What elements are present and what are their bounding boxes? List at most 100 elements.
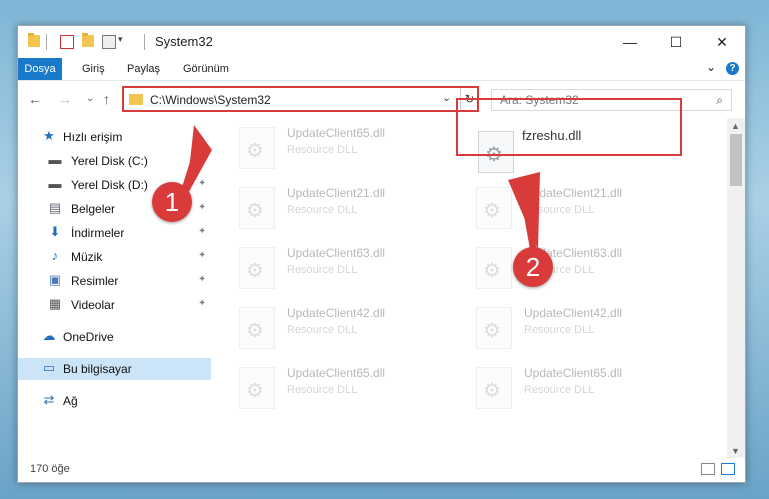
properties-icon[interactable]: [60, 35, 74, 49]
scroll-up-icon[interactable]: ▲: [731, 121, 740, 131]
divider: [46, 34, 47, 50]
file-item[interactable]: UpdateClient42.dll Resource DLL: [237, 302, 457, 354]
file-item[interactable]: UpdateClient63.dll Resource DLL: [237, 242, 457, 294]
dll-file-icon: [476, 367, 512, 409]
status-bar: 170 öğe: [18, 458, 745, 482]
file-item[interactable]: UpdateClient65.dll Resource DLL: [237, 122, 457, 174]
item-count: 170 öğe: [30, 463, 70, 475]
download-icon: ⬇: [49, 224, 61, 239]
minimize-button[interactable]: —: [607, 26, 653, 58]
sidebar-item-label: Belgeler: [71, 202, 116, 216]
file-name: UpdateClient65.dll: [287, 126, 386, 140]
step-badge-1: 1: [152, 182, 192, 222]
file-name: UpdateClient42.dll: [287, 306, 386, 320]
file-name: UpdateClient65.dll: [524, 366, 623, 380]
sidebar-item-label: Videolar: [71, 298, 115, 312]
sidebar-item-downloads[interactable]: ⬇ İndirmeler ✦: [18, 222, 211, 244]
file-name: UpdateClient21.dll: [524, 186, 623, 200]
forward-button[interactable]: →: [58, 91, 72, 107]
file-item[interactable]: UpdateClient21.dll Resource DLL: [474, 182, 694, 234]
file-name: UpdateClient65.dll: [287, 366, 386, 380]
dll-file-icon: [239, 247, 275, 289]
sidebar-item-label: Müzik: [71, 250, 103, 264]
dll-file-icon: [476, 187, 512, 229]
dll-file-icon: [476, 247, 512, 289]
scrollbar-thumb[interactable]: [730, 134, 742, 186]
video-icon: ▦: [48, 296, 62, 311]
sidebar-item-label: OneDrive: [63, 330, 114, 344]
drive-icon: ▬: [48, 176, 62, 191]
folder-icon: [28, 33, 40, 47]
computer-icon: ▭: [42, 360, 56, 375]
maximize-button[interactable]: ☐: [653, 26, 699, 58]
back-button[interactable]: ←: [28, 91, 42, 107]
file-type: Resource DLL: [524, 384, 595, 396]
dll-file-icon: [239, 367, 275, 409]
tab-file[interactable]: Dosya: [18, 58, 62, 80]
chevron-down-icon[interactable]: ▾: [118, 34, 123, 45]
navigation-pane: ★ Hızlı erişim ▬ Yerel Disk (C:) ✦ ▬ Yer…: [18, 118, 211, 458]
music-icon: ♪: [51, 248, 59, 263]
tab-home[interactable]: Giriş: [72, 58, 115, 80]
sidebar-item-onedrive[interactable]: ☁ OneDrive: [18, 326, 211, 348]
file-item[interactable]: UpdateClient63.dll Resource DLL: [474, 242, 694, 294]
details-view-icon[interactable]: [701, 463, 715, 475]
large-icons-view-icon[interactable]: [721, 463, 735, 475]
sidebar-item-quick-access[interactable]: ★ Hızlı erişim: [18, 126, 211, 148]
search-icon[interactable]: ⌕: [716, 93, 723, 108]
sidebar-item-label: Yerel Disk (C:): [71, 154, 148, 168]
close-button[interactable]: ✕: [699, 26, 745, 58]
address-path[interactable]: C:\Windows\System32: [150, 93, 271, 107]
sidebar-item-videos[interactable]: ▦ Videolar ✦: [18, 294, 211, 316]
address-bar[interactable]: C:\Windows\System32 ⌄ ↻: [122, 86, 479, 112]
file-type: Resource DLL: [524, 324, 595, 336]
pin-icon[interactable]: ✦: [198, 298, 206, 309]
tab-share[interactable]: Paylaş: [117, 58, 170, 80]
pin-icon[interactable]: ✦: [198, 274, 206, 285]
pin-icon[interactable]: ✦: [198, 202, 206, 213]
up-button[interactable]: ↑: [103, 91, 110, 107]
title-bar: ▾ System32 — ☐ ✕: [18, 26, 745, 58]
recent-locations-button[interactable]: ⌄: [86, 93, 94, 104]
file-name: UpdateClient63.dll: [287, 246, 386, 260]
pin-icon[interactable]: ✦: [198, 226, 206, 237]
help-icon[interactable]: ?: [726, 62, 739, 75]
tab-view[interactable]: Görünüm: [173, 58, 239, 80]
dll-file-icon: [476, 307, 512, 349]
file-item[interactable]: UpdateClient65.dll Resource DLL: [237, 362, 457, 414]
chevron-down-icon[interactable]: ⌄: [442, 91, 451, 104]
sidebar-item-label: İndirmeler: [71, 226, 125, 240]
highlight-box: [456, 98, 682, 156]
cloud-icon: ☁: [42, 328, 56, 343]
sidebar-item-label: Bu bilgisayar: [63, 362, 132, 376]
sidebar-item-network[interactable]: ⇄ Ağ: [18, 390, 211, 412]
file-item[interactable]: UpdateClient65.dll Resource DLL: [474, 362, 694, 414]
dll-file-icon: [239, 307, 275, 349]
network-icon: ⇄: [43, 392, 55, 407]
file-type: Resource DLL: [287, 384, 358, 396]
sidebar-item-pictures[interactable]: ▣ Resimler ✦: [18, 270, 211, 292]
window-title: System32: [155, 34, 213, 49]
pin-icon[interactable]: ✦: [198, 250, 206, 261]
customize-toolbar-icon[interactable]: [102, 35, 116, 49]
pin-icon[interactable]: ✦: [198, 178, 206, 189]
file-item[interactable]: UpdateClient42.dll Resource DLL: [474, 302, 694, 354]
file-item[interactable]: UpdateClient21.dll Resource DLL: [237, 182, 457, 234]
sidebar-item-local-disk-c[interactable]: ▬ Yerel Disk (C:) ✦: [18, 150, 211, 172]
file-type: Resource DLL: [287, 204, 358, 216]
file-name: UpdateClient21.dll: [287, 186, 386, 200]
sidebar-item-this-pc[interactable]: ▭ Bu bilgisayar: [18, 358, 211, 380]
file-type: Resource DLL: [287, 144, 358, 156]
step-badge-2: 2: [513, 247, 553, 287]
sidebar-item-music[interactable]: ♪ Müzik ✦: [18, 246, 211, 268]
new-folder-icon[interactable]: [82, 33, 94, 47]
file-type: Resource DLL: [287, 324, 358, 336]
sidebar-item-label: Yerel Disk (D:): [71, 178, 148, 192]
folder-icon: [129, 94, 143, 105]
ribbon-tabs: Dosya Giriş Paylaş Görünüm ⌄: [18, 58, 745, 80]
sidebar-item-label: Ağ: [63, 394, 78, 408]
ribbon-expand-icon[interactable]: ⌄: [706, 60, 716, 74]
pin-icon[interactable]: ✦: [198, 154, 206, 165]
scroll-down-icon[interactable]: ▼: [731, 446, 740, 456]
vertical-scrollbar[interactable]: ▲ ▼: [727, 118, 745, 458]
